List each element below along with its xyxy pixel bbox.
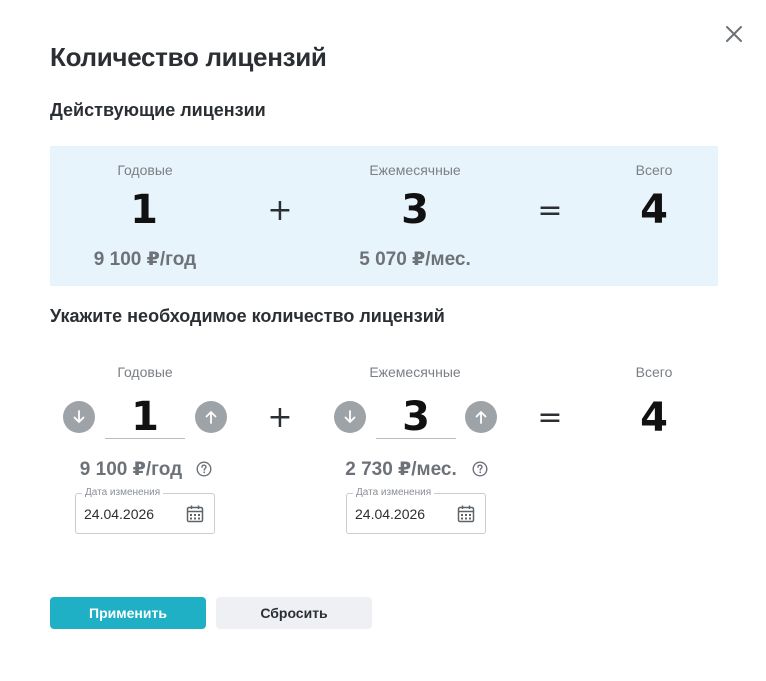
apply-button[interactable]: Применить bbox=[50, 597, 206, 629]
arrow-down-icon bbox=[73, 410, 85, 423]
yearly-decrement-button[interactable] bbox=[63, 401, 95, 433]
equals-sign: = bbox=[537, 400, 563, 435]
yearly-date-field[interactable]: Дата изменения 24.04.2026 bbox=[75, 487, 215, 534]
current-licenses-title: Действующие лицензии bbox=[50, 100, 266, 120]
required-yearly-price: 9 100 ₽/год bbox=[79, 459, 183, 480]
current-monthly-label: Ежемесячные bbox=[369, 162, 461, 178]
calendar-icon[interactable] bbox=[185, 504, 205, 524]
required-monthly-price: 2 730 ₽/мес. bbox=[345, 459, 457, 480]
dialog-title: Количество лицензий bbox=[50, 42, 327, 72]
plus-sign: + bbox=[267, 400, 293, 435]
current-yearly-price: 9 100 ₽/год bbox=[93, 249, 197, 270]
required-total-label: Всего bbox=[635, 364, 673, 380]
current-total-label: Всего bbox=[635, 162, 673, 178]
plus-sign: + bbox=[267, 193, 293, 228]
current-total-count: 4 bbox=[640, 187, 668, 233]
current-yearly-count: 1 bbox=[130, 187, 158, 233]
monthly-increment-button[interactable] bbox=[465, 401, 497, 433]
monthly-decrement-button[interactable] bbox=[334, 401, 366, 433]
yearly-count-input[interactable]: 1 bbox=[105, 397, 185, 439]
help-icon[interactable] bbox=[196, 461, 212, 477]
arrow-down-icon bbox=[344, 410, 356, 423]
equals-sign: = bbox=[537, 193, 563, 228]
date-field-value: 24.04.2026 bbox=[84, 506, 155, 522]
required-yearly-label: Годовые bbox=[117, 364, 173, 380]
current-yearly-label: Годовые bbox=[117, 162, 173, 178]
monthly-count-input[interactable]: 3 bbox=[376, 397, 456, 439]
date-field-label: Дата изменения bbox=[82, 487, 164, 498]
current-licenses-panel: Годовые Ежемесячные Всего 1 + 3 = 4 9 10… bbox=[50, 146, 718, 286]
arrow-up-icon bbox=[475, 411, 487, 424]
monthly-date-field[interactable]: Дата изменения 24.04.2026 bbox=[346, 487, 486, 534]
current-monthly-count: 3 bbox=[401, 187, 429, 233]
date-field-value: 24.04.2026 bbox=[355, 506, 426, 522]
close-button[interactable] bbox=[722, 22, 746, 46]
required-monthly-label: Ежемесячные bbox=[369, 364, 461, 380]
arrow-up-icon bbox=[205, 411, 217, 424]
help-icon[interactable] bbox=[472, 461, 488, 477]
required-licenses-title: Укажите необходимое количество лицензий bbox=[50, 306, 445, 326]
yearly-increment-button[interactable] bbox=[195, 401, 227, 433]
close-icon bbox=[726, 26, 742, 42]
reset-button[interactable]: Сбросить bbox=[216, 597, 372, 629]
date-field-label: Дата изменения bbox=[353, 487, 435, 498]
current-monthly-price: 5 070 ₽/мес. bbox=[359, 249, 471, 270]
calendar-icon[interactable] bbox=[456, 504, 476, 524]
required-total-count: 4 bbox=[640, 395, 668, 441]
